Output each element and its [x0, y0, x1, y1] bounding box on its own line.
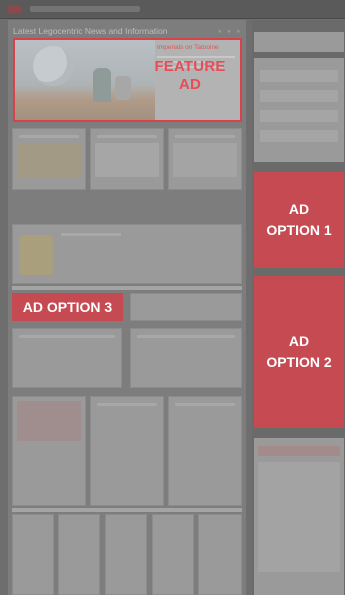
- banner-title: [61, 233, 121, 236]
- article-card[interactable]: [168, 128, 242, 190]
- sidebar-widget: [254, 58, 344, 162]
- minifig-graphic: [93, 68, 111, 102]
- article-card[interactable]: [12, 328, 122, 388]
- sidebar-widget-item[interactable]: [260, 110, 338, 122]
- minifig-graphic: [115, 76, 131, 100]
- section-title: Latest Legocentric News and Information: [13, 26, 168, 36]
- card-title: [19, 135, 79, 138]
- top-navigation-bar: [0, 0, 345, 19]
- sidebar-promo-image: [258, 462, 340, 572]
- card-thumbnail: [95, 143, 159, 177]
- sidebar-widget-item[interactable]: [260, 90, 338, 102]
- article-card[interactable]: [198, 514, 242, 595]
- planet-graphic: [33, 46, 73, 86]
- ad-option-1-line1: AD: [288, 201, 310, 217]
- card-title: [19, 335, 115, 338]
- article-card[interactable]: [130, 328, 242, 388]
- card-title: [97, 135, 157, 138]
- feature-ad-line1: FEATURE: [154, 58, 226, 75]
- card-title: [137, 335, 235, 338]
- ad-option-1[interactable]: AD OPTION 1: [254, 172, 344, 268]
- article-card[interactable]: [12, 128, 86, 190]
- site-logo[interactable]: [8, 5, 22, 13]
- sidebar-search-box[interactable]: [254, 32, 344, 52]
- sidebar-promo-header: [258, 446, 340, 456]
- feature-ad-label: FEATURE AD: [150, 58, 230, 94]
- article-card[interactable]: [105, 514, 147, 595]
- ad-option-1-line2: OPTION 1: [266, 222, 332, 238]
- text-block: [130, 293, 242, 321]
- article-card[interactable]: [12, 514, 54, 595]
- card-title: [175, 403, 235, 406]
- feature-ad-line2: AD: [178, 76, 202, 93]
- wide-article-banner[interactable]: [12, 224, 242, 284]
- article-card[interactable]: [90, 128, 164, 190]
- card-thumbnail: [173, 143, 237, 177]
- article-card[interactable]: [168, 396, 242, 506]
- article-card[interactable]: [58, 514, 100, 595]
- card-thumbnail: [17, 401, 81, 441]
- card-thumbnail: [17, 143, 81, 177]
- featured-headline[interactable]: Imperials on Tatooine: [157, 44, 219, 51]
- featured-image: [15, 40, 155, 120]
- carousel-dots[interactable]: ● ● ●: [218, 29, 242, 35]
- divider: [12, 508, 242, 512]
- ad-option-2[interactable]: AD OPTION 2: [254, 276, 344, 428]
- article-card[interactable]: [90, 396, 164, 506]
- ad-option-2-line2: OPTION 2: [266, 354, 332, 370]
- ad-option-3[interactable]: AD OPTION 3: [12, 293, 123, 321]
- banner-thumbnail: [19, 235, 53, 275]
- sidebar-promo[interactable]: [254, 438, 344, 595]
- divider: [12, 286, 242, 290]
- ad-option-2-line1: AD: [288, 333, 310, 349]
- nav-links[interactable]: [30, 6, 140, 12]
- article-card[interactable]: [12, 396, 86, 506]
- article-card[interactable]: [152, 514, 194, 595]
- card-title: [97, 403, 157, 406]
- card-title: [175, 135, 235, 138]
- sidebar-widget-item[interactable]: [260, 130, 338, 142]
- sidebar-widget-item[interactable]: [260, 70, 338, 82]
